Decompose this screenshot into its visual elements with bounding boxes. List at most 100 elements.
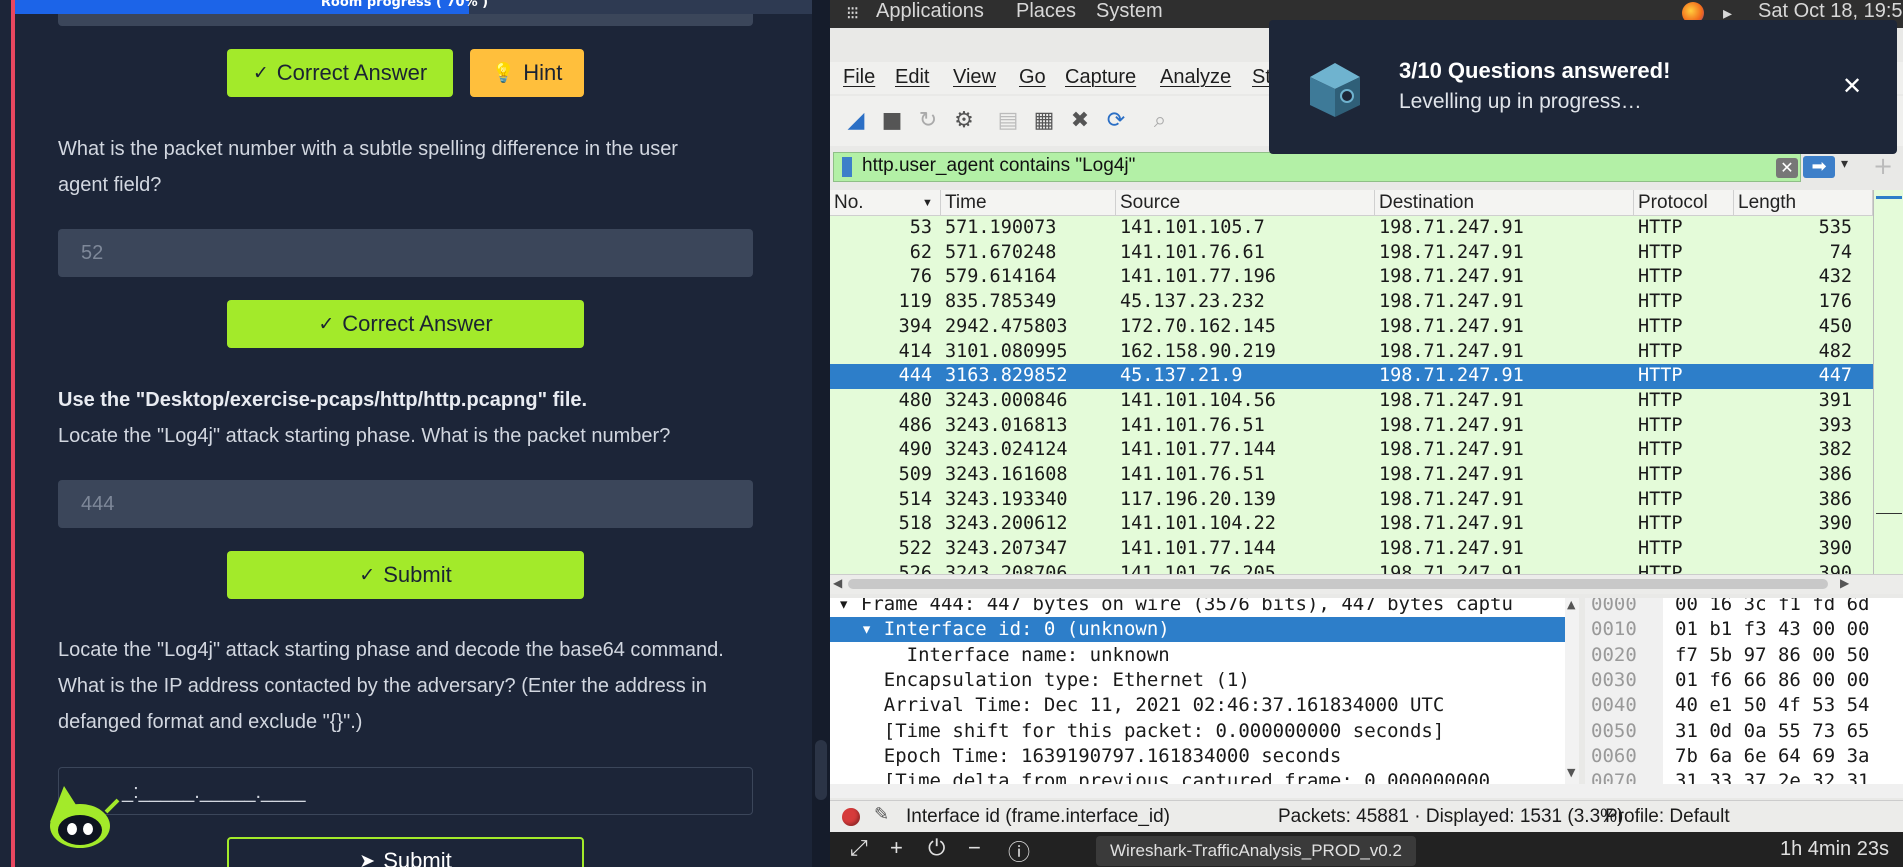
scroll-left-icon[interactable]: ◀ [833,576,842,590]
menu-applications[interactable]: Applications [876,0,984,23]
menu-places[interactable]: Places [1016,0,1076,23]
question-3-answer-field[interactable]: _:_____._____.____ [58,767,753,815]
packet-cell-dst: 198.71.247.91 [1379,315,1524,337]
bottom-scrollbar[interactable] [830,784,1903,798]
scroll-up-icon[interactable]: ▲ [1567,598,1575,611]
expert-info-icon[interactable] [842,808,860,826]
question-2-text: Use the "Desktop/exercise-pcaps/http/htt… [58,382,670,454]
minimize-icon[interactable]: − [968,835,981,861]
fullscreen-icon[interactable]: ⤢ [850,835,868,861]
menu-view[interactable]: View [953,66,996,89]
open-file-icon[interactable]: ▤ [992,104,1024,136]
packet-list-scrollbar[interactable]: ◀ ▶ [830,574,1903,594]
display-filter-input[interactable]: http.user_agent contains "Log4j" ✕ [833,152,1801,182]
menu-go[interactable]: Go [1019,66,1046,89]
packet-row[interactable]: 76 579.614164 141.101.77.196 198.71.247.91 H… [830,265,1873,290]
filter-history-chevron-icon[interactable]: ▾ [1841,156,1848,172]
packet-row[interactable]: 414 3101.080995 162.158.90.219 198.71.247.9… [830,340,1873,365]
check-icon: ✓ [252,62,269,84]
packet-cell-proto: HTTP [1638,266,1683,288]
menu-system[interactable]: System [1096,0,1163,23]
packet-row[interactable]: 526 3243.208706 141.101.76.205 198.71.247.9… [830,562,1873,574]
menu-analyze[interactable]: Analyze [1160,66,1231,89]
hint-button[interactable]: 💡 Hint [470,49,584,97]
packet-cell-dst: 198.71.247.91 [1379,217,1524,238]
detail-row[interactable]: Epoch Time: 1639190797.161834000 seconds [830,744,1569,769]
progress-notification: 3/10 Questions answered! Levelling up in… [1269,20,1897,154]
details-scrollbar[interactable]: ▲ ▼ [1565,598,1579,784]
packet-row[interactable]: 394 2942.475803 172.70.162.145 198.71.247.9… [830,315,1873,340]
q3-submit-button[interactable]: ➤ Submit [227,837,584,867]
column-source[interactable]: Source [1116,190,1375,216]
menu-edit[interactable]: Edit [895,66,929,89]
packet-row[interactable]: 62 571.670248 141.101.76.61 198.71.247.91 HT… [830,241,1873,266]
packet-row[interactable]: 490 3243.024124 141.101.77.144 198.71.247.9… [830,438,1873,463]
treasure-chest-icon [1310,63,1360,117]
packet-row[interactable]: 522 3243.207347 141.101.77.144 198.71.247.9… [830,537,1873,562]
restart-capture-icon[interactable]: ↻ [912,104,944,136]
save-file-icon[interactable]: ▦ [1028,104,1060,136]
question-3-line-2: What is the IP address contacted by the … [58,675,707,697]
packet-cell-dst: 198.71.247.91 [1379,266,1524,288]
packet-row[interactable]: 53 571.190073 141.101.105.7 198.71.247.91 HT… [830,216,1873,241]
add-icon[interactable]: + [890,835,903,861]
packet-row[interactable]: 119 835.785349 45.137.23.232 198.71.247.91 H… [830,290,1873,315]
detail-row[interactable]: [Time shift for this packet: 0.000000000… [830,719,1569,744]
packet-row[interactable]: 509 3243.161608 141.101.76.51 198.71.247.91… [830,463,1873,488]
q2-submit-button[interactable]: ✓ Submit [227,551,584,599]
question-2-answer-field[interactable]: 444 [58,480,753,528]
stop-capture-icon[interactable]: ■ [876,104,908,136]
scroll-right-icon[interactable]: ▶ [1840,576,1849,590]
packet-cell-dst: 198.71.247.91 [1379,241,1524,263]
close-icon[interactable]: ✕ [1842,72,1862,100]
packet-cell-no: 526 [898,562,932,574]
packet-row[interactable]: 480 3243.000846 141.101.104.56 198.71.247.9… [830,389,1873,414]
column-no[interactable]: No. ▼ [830,190,941,216]
split-divider[interactable] [812,0,830,867]
packet-row[interactable]: 518 3243.200612 141.101.104.22 198.71.247.9… [830,512,1873,537]
menu-capture[interactable]: Capture [1065,66,1136,89]
add-filter-button-icon[interactable]: + [1873,152,1893,180]
column-time[interactable]: Time [941,190,1116,216]
packet-cell-len: 386 [1818,464,1852,485]
find-packet-icon[interactable]: ⌕ [1144,104,1176,136]
apply-filter-arrow-icon[interactable]: ➡ [1803,156,1835,178]
detail-row[interactable]: ▾ Interface id: 0 (unknown) [830,617,1569,643]
edit-comment-icon[interactable]: ✎ [874,804,889,825]
divider-handle[interactable] [815,740,827,800]
bookmark-icon[interactable] [842,157,852,177]
menu-file[interactable]: File [843,66,875,89]
packet-row[interactable]: 444 3163.829852 45.137.21.9 198.71.247.91 HT… [830,364,1873,389]
packet-cell-proto: HTTP [1638,217,1683,238]
start-capture-icon[interactable]: ◢ [840,104,872,136]
column-protocol[interactable]: Protocol [1634,190,1734,216]
power-icon[interactable]: ⏻ [928,835,945,861]
q1-correct-answer-button[interactable]: ✓ Correct Answer [227,300,584,348]
capture-options-icon[interactable]: ⚙ [948,104,980,136]
close-file-icon[interactable]: ✖ [1064,104,1096,136]
notification-title: 3/10 Questions answered! [1399,58,1671,83]
reload-file-icon[interactable]: ⟳ [1100,104,1132,136]
taskbar-machine-title[interactable]: Wireshark-TrafficAnalysis_PROD_v0.2 [1096,836,1416,866]
info-icon[interactable]: ⓘ [1008,835,1030,867]
packet-row[interactable]: 486 3243.016813 141.101.76.51 198.71.247.91… [830,414,1873,439]
packet-cell-dst: 198.71.247.91 [1379,562,1524,574]
detail-row[interactable]: ▾ Frame 444: 447 bytes on wire (3576 bit… [830,598,1569,617]
column-length[interactable]: Length [1734,190,1873,216]
question-1-answer-field[interactable]: 52 [58,229,753,277]
detail-row[interactable]: [Time delta from previous captured frame… [830,769,1569,784]
status-profile[interactable]: Profile: Default [1605,806,1730,828]
q0-correct-answer-button[interactable]: ✓ Correct Answer [227,49,453,97]
clear-filter-icon[interactable]: ✕ [1776,158,1798,178]
packet-minimap[interactable] [1873,190,1903,574]
scrollbar-thumb[interactable] [848,579,1828,589]
column-destination[interactable]: Destination [1375,190,1634,216]
scroll-down-icon[interactable]: ▼ [1567,766,1575,779]
packet-cell-time: 579.614164 [945,266,1057,288]
detail-row[interactable]: Encapsulation type: Ethernet (1) [830,668,1569,693]
packet-cell-src: 141.101.105.7 [1120,217,1265,238]
detail-row[interactable]: Interface name: unknown [830,643,1569,668]
packet-row[interactable]: 514 3243.193340 117.196.20.139 198.71.247.9… [830,488,1873,513]
app-grid-icon[interactable]: ⁝⁝⁝ [846,3,859,24]
detail-row[interactable]: Arrival Time: Dec 11, 2021 02:46:37.1618… [830,693,1569,718]
